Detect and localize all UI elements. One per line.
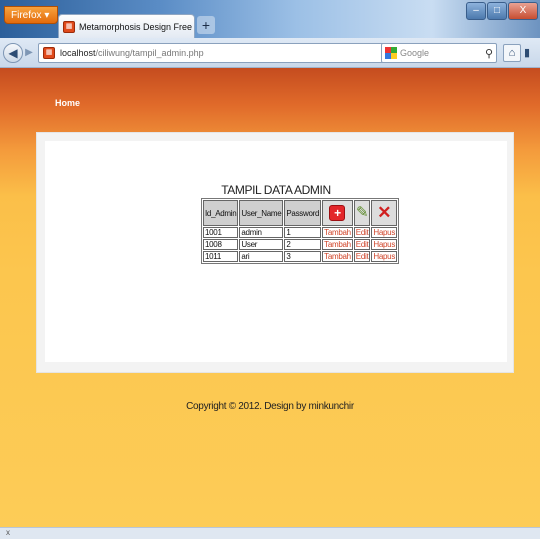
tambah-link[interactable]: Tambah: [322, 239, 353, 250]
search-box[interactable]: Google ⚲: [381, 43, 497, 63]
header-user-name: User_Name: [239, 200, 284, 226]
browser-tab[interactable]: ▦ Metamorphosis Design Free Css Templa..…: [58, 14, 195, 38]
table-row: 1008 User 2 Tambah Edit Hapus: [203, 239, 398, 250]
maximize-button[interactable]: □: [487, 2, 507, 20]
header-edit: ✎: [353, 200, 371, 226]
header-password: Password: [284, 200, 322, 226]
search-icon[interactable]: ⚲: [485, 47, 496, 60]
table-row: 1001 admin 1 Tambah Edit Hapus: [203, 227, 398, 238]
content-panel: TAMPIL DATA ADMIN Id_Admin User_Name Pas…: [36, 132, 514, 373]
menu-icon[interactable]: ▮: [524, 44, 538, 62]
site-favicon-icon: ▦: [63, 20, 75, 33]
edit-link[interactable]: Edit: [353, 251, 371, 262]
cross-icon[interactable]: ✕: [373, 204, 395, 221]
url-text: localhost/ciliwung/tampil_admin.php: [60, 48, 204, 58]
tambah-link[interactable]: Tambah: [322, 227, 353, 238]
navigation-toolbar: ◀ ▶ ▦ localhost/ciliwung/tampil_admin.ph…: [0, 38, 540, 68]
cell-id: 1001: [203, 227, 239, 238]
window-controls: – □ X: [466, 2, 538, 20]
cell-password: 1: [284, 227, 322, 238]
hapus-link[interactable]: Hapus: [371, 227, 398, 238]
minimize-button[interactable]: –: [466, 2, 486, 20]
footer-copyright: Copyright © 2012. Design by minkunchir: [186, 401, 354, 412]
firefox-menu-button[interactable]: Firefox ▾: [4, 6, 58, 24]
close-addon-bar-button[interactable]: x: [6, 528, 10, 537]
search-placeholder: Google: [400, 48, 430, 58]
url-host: localhost: [60, 48, 96, 58]
forward-button[interactable]: ▶: [22, 46, 36, 60]
header-add: +: [322, 200, 353, 226]
table-row: 1011 ari 3 Tambah Edit Hapus: [203, 251, 398, 262]
cell-user: User: [239, 239, 284, 250]
hapus-link[interactable]: Hapus: [371, 251, 398, 262]
table-header-row: Id_Admin User_Name Password + ✎ ✕: [203, 200, 398, 226]
table-title: TAMPIL DATA ADMIN: [221, 183, 331, 197]
url-favicon-icon: ▦: [43, 47, 55, 59]
address-bar[interactable]: ▦ localhost/ciliwung/tampil_admin.php ☆ …: [38, 43, 428, 63]
home-icon[interactable]: ⌂: [503, 44, 521, 62]
tab-title: Metamorphosis Design Free Css Templa...: [79, 21, 194, 32]
content-inner: TAMPIL DATA ADMIN Id_Admin User_Name Pas…: [45, 141, 507, 362]
edit-link[interactable]: Edit: [353, 239, 371, 250]
window-titlebar: Firefox ▾ ▦ Metamorphosis Design Free Cs…: [0, 0, 540, 38]
header-id-admin: Id_Admin: [203, 200, 239, 226]
add-icon[interactable]: +: [329, 205, 346, 221]
back-button[interactable]: ◀: [3, 43, 23, 63]
cell-id: 1008: [203, 239, 239, 250]
cell-password: 2: [284, 239, 322, 250]
url-path: /ciliwung/tampil_admin.php: [95, 48, 204, 58]
web-page: Home TAMPIL DATA ADMIN Id_Admin User_Nam…: [0, 68, 540, 527]
nav-home-link[interactable]: Home: [55, 98, 80, 108]
hapus-link[interactable]: Hapus: [371, 239, 398, 250]
cell-password: 3: [284, 251, 322, 262]
cell-id: 1011: [203, 251, 239, 262]
new-tab-button[interactable]: +: [197, 16, 215, 34]
google-icon: [385, 47, 397, 59]
admin-table: Id_Admin User_Name Password + ✎ ✕ 1001 a…: [201, 198, 400, 264]
pencil-icon[interactable]: ✎: [356, 205, 369, 221]
tambah-link[interactable]: Tambah: [322, 251, 353, 262]
close-button[interactable]: X: [508, 2, 538, 20]
status-bar: x: [0, 527, 540, 539]
cell-user: ari: [239, 251, 284, 262]
cell-user: admin: [239, 227, 284, 238]
header-delete: ✕: [371, 200, 398, 226]
edit-link[interactable]: Edit: [353, 227, 371, 238]
